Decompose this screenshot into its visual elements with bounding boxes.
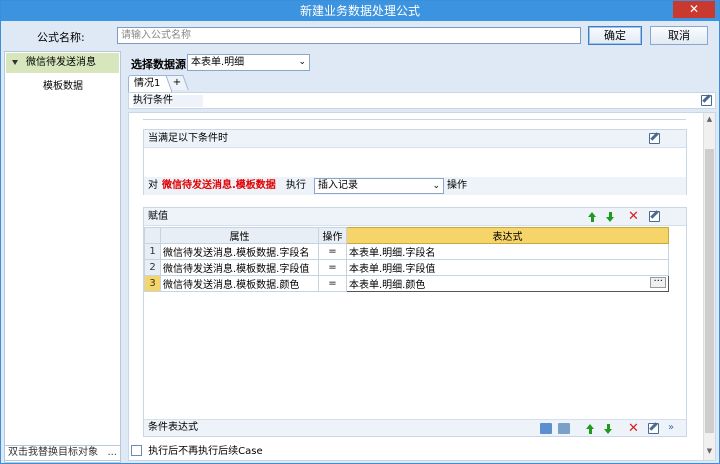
object-tree: 微信待发送消息 模板数据 [4,51,121,463]
data-source-value: 本表单.明细 [191,57,245,68]
stop-after-exec-option[interactable]: 执行后不再执行后续Case [131,445,263,458]
formula-name-input[interactable] [117,27,581,44]
action-value: 插入记录 [318,180,358,191]
attr-cell[interactable]: 微信待发送消息.模板数据.字段值 [160,259,319,276]
delete-icon[interactable]: ✕ [628,422,639,435]
tree-item-wechat-messages[interactable]: 微信待发送消息 [6,53,119,73]
expr-cell-editing[interactable]: 本表单.明细.颜色 ··· [346,275,669,292]
tab-label: 情况1 [134,78,161,89]
table-row[interactable]: 2 微信待发送消息.模板数据.字段值 = 本表单.明细.字段值 [144,259,669,276]
main-panel: 选择数据源 本表单.明细 ⌄ 情况1 + 执行条件 当满足以下条件时 对 微信待… [125,51,719,463]
insert-condition-icon[interactable] [558,423,570,434]
when-condition-panel: 当满足以下条件时 对 微信待发送消息.模板数据 执行 插入记录 ⌄ 操作 [143,129,687,195]
expr-ellipsis-button[interactable]: ··· [650,277,666,288]
do-prefix: 对 [148,180,158,191]
collapse-triangle-icon[interactable] [12,60,18,65]
condition-expression-footer: 条件表达式 ✕ » [144,419,686,436]
attr-cell[interactable]: 微信待发送消息.模板数据.颜色 [160,275,319,292]
row-number-header [144,227,161,244]
add-tab-label: + [172,77,182,88]
scroll-up-icon[interactable]: ▲ [704,115,715,126]
row-number: 1 [144,243,161,260]
replace-target-field[interactable]: 双击我替换目标对象 ... [4,445,121,461]
scroll-thumb[interactable] [705,149,714,433]
window-title: 新建业务数据处理公式 [299,4,420,18]
execute-condition-label: 执行条件 [133,95,203,107]
column-header-attr[interactable]: 属性 [160,227,319,244]
stop-after-exec-label: 执行后不再执行后续Case [148,446,263,457]
when-panel-header: 当满足以下条件时 [144,130,686,148]
column-header-expr[interactable]: 表达式 [346,227,669,244]
expand-icon[interactable]: » [668,420,674,436]
data-source-select[interactable]: 本表单.明细 ⌄ [187,54,310,71]
chevron-down-icon: ⌄ [298,57,306,67]
data-source-label: 选择数据源 [131,58,186,71]
move-down-icon[interactable] [606,212,614,222]
tree-item-label: 微信待发送消息 [26,57,96,68]
edit-icon[interactable] [701,95,712,106]
vertical-scrollbar[interactable]: ▲ ▼ [703,113,715,460]
edit-icon[interactable] [648,423,659,434]
table-header-row: 属性 操作 表达式 [144,227,669,244]
replace-target-label: 双击我替换目标对象 [8,447,98,458]
table-row-selected[interactable]: 3 微信待发送消息.模板数据.颜色 = 本表单.明细.颜色 ··· [144,275,669,292]
action-row: 对 微信待发送消息.模板数据 执行 插入记录 ⌄ 操作 [144,177,686,195]
assignment-table: 属性 操作 表达式 1 微信待发送消息.模板数据.字段名 = 本表单.明细.字段… [144,227,669,292]
move-up-icon[interactable] [588,212,596,222]
row-number: 3 [144,275,161,292]
attr-cell[interactable]: 微信待发送消息.模板数据.字段名 [160,243,319,260]
action-select[interactable]: 插入记录 ⌄ [314,178,444,194]
replace-target-dots[interactable]: ... [107,446,117,460]
stop-after-exec-checkbox[interactable] [131,445,142,456]
move-down-icon[interactable] [604,424,612,434]
dialog-window: 新建业务数据处理公式 ✕ 公式名称: 确定 取消 微信待发送消息 模板数据 双击… [0,0,720,464]
op-label: 操作 [447,180,467,191]
condition-expression-label: 条件表达式 [148,422,198,433]
op-cell[interactable]: = [318,275,347,292]
when-panel-title: 当满足以下条件时 [148,133,228,144]
add-tab-button[interactable]: + [165,75,189,90]
edit-icon[interactable] [649,211,660,222]
column-header-op[interactable]: 操作 [318,227,347,244]
cancel-button[interactable]: 取消 [650,26,708,45]
op-cell[interactable]: = [318,243,347,260]
title-bar: 新建业务数据处理公式 ✕ [1,1,719,21]
divider [143,119,686,120]
scroll-down-icon[interactable]: ▼ [704,447,715,458]
formula-name-label: 公式名称: [37,31,85,44]
exec-label: 执行 [286,180,306,191]
op-cell[interactable]: = [318,259,347,276]
chevron-down-icon: ⌄ [432,181,440,191]
row-number: 2 [144,259,161,276]
assignment-panel: 赋值 ✕ 属性 操作 表达式 1 微信待发送消息.模板数据.字段名 = 本表单.… [143,207,687,437]
expr-value: 本表单.明细.颜色 [349,280,426,291]
assignment-panel-header: 赋值 ✕ [144,208,686,226]
tree-item-label: 模板数据 [43,81,83,92]
ok-button[interactable]: 确定 [588,26,642,45]
assignment-panel-title: 赋值 [148,211,168,222]
close-button[interactable]: ✕ [673,1,715,18]
rules-scroll-area: 当满足以下条件时 对 微信待发送消息.模板数据 执行 插入记录 ⌄ 操作 赋值 [128,112,716,461]
execute-condition-bar: 执行条件 [128,92,716,109]
edit-icon[interactable] [649,133,660,144]
expr-cell[interactable]: 本表单.明细.字段名 [346,243,669,260]
move-up-icon[interactable] [586,424,594,434]
tree-item-template-data[interactable]: 模板数据 [6,77,119,97]
add-condition-icon[interactable] [540,423,552,434]
target-object: 微信待发送消息.模板数据 [162,180,276,191]
delete-icon[interactable]: ✕ [628,210,639,223]
table-row[interactable]: 1 微信待发送消息.模板数据.字段名 = 本表单.明细.字段名 [144,243,669,260]
expr-cell[interactable]: 本表单.明细.字段值 [346,259,669,276]
